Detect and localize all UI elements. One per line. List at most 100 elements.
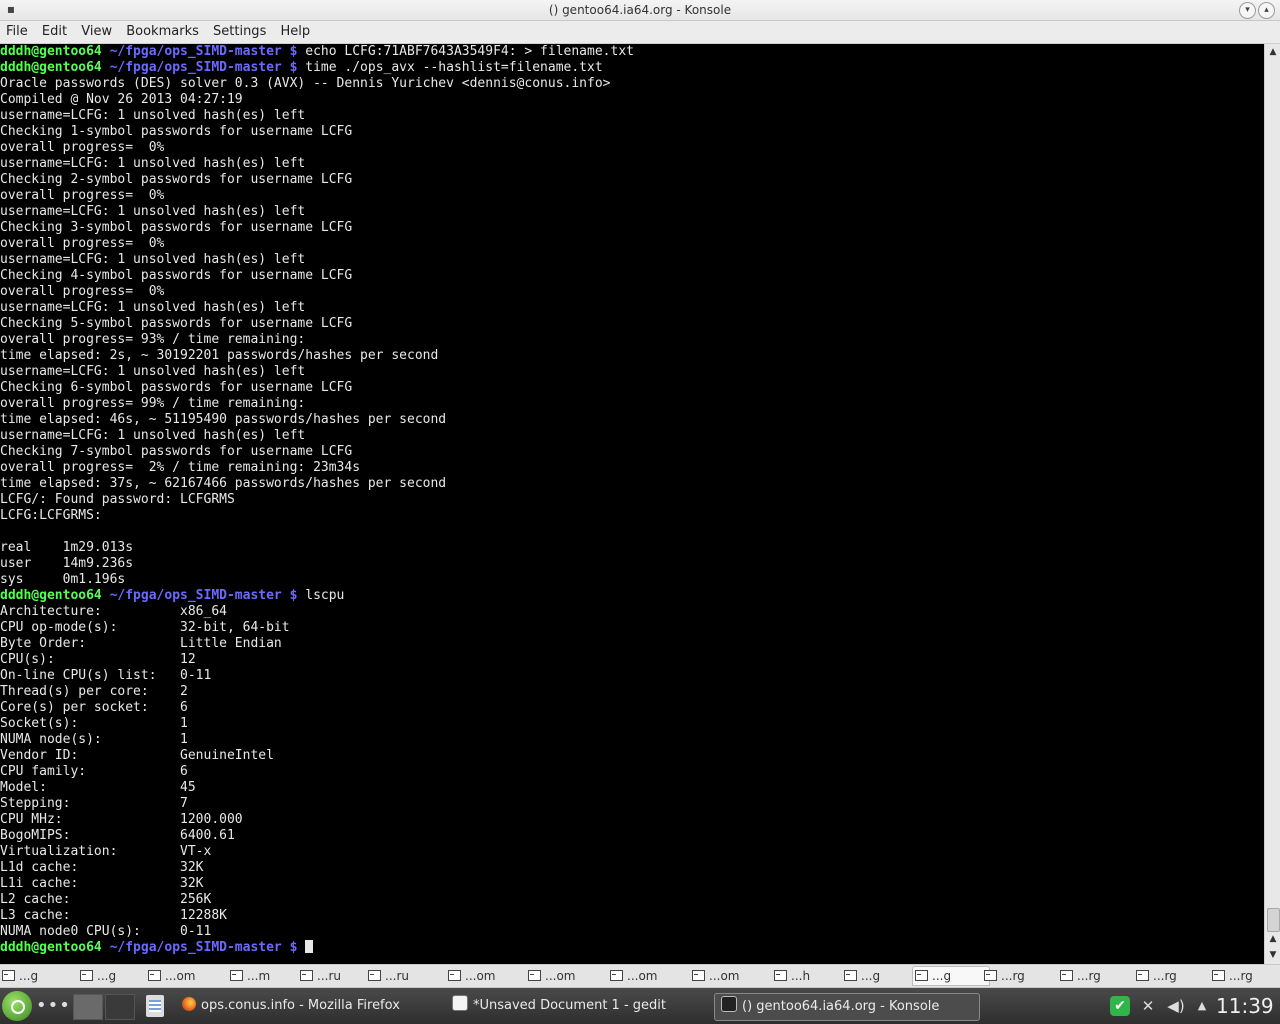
menu-help[interactable]: Help <box>275 21 315 43</box>
update-check-icon[interactable]: ✔ <box>1110 996 1130 1016</box>
session-tab-label: ...m <box>247 969 271 983</box>
session-tab[interactable]: ...rg <box>1134 967 1210 985</box>
terminal-line: L3 cache: 12288K <box>0 908 227 923</box>
application-launcher-icon[interactable] <box>2 991 32 1021</box>
menu-edit[interactable]: Edit <box>37 21 72 43</box>
terminal-line: Architecture: x86_64 <box>0 604 227 619</box>
command-text: echo LCFG:71ABF7643A3549F4: > filename.t… <box>305 44 634 59</box>
terminal-line: dddh@gentoo64 ~/fpga/ops_SIMD-master $ <box>0 940 1264 956</box>
desktop-pager-1[interactable] <box>73 994 103 1020</box>
terminal-line: Compiled @ Nov 26 2013 04:27:19 <box>0 92 243 107</box>
terminal-icon <box>148 970 161 981</box>
activities-icon[interactable]: ••• <box>36 996 71 1016</box>
task-gedit[interactable]: *Unsaved Document 1 - gedit <box>446 993 666 1019</box>
terminal-line: CPU MHz: 1200.000 <box>0 812 243 827</box>
maximize-button[interactable]: ▴ <box>1258 2 1275 19</box>
session-tab-label: ...om <box>165 969 196 983</box>
session-tab[interactable]: ...ru <box>298 967 374 985</box>
terminal-line: overall progress= 0% <box>0 188 165 203</box>
session-tab[interactable]: ...rg <box>982 967 1058 985</box>
terminal-text: dddh@gentoo64 ~/fpga/ops_SIMD-master $ e… <box>0 44 1264 956</box>
session-tab[interactable]: ...g <box>842 967 918 985</box>
session-tab[interactable]: ...h <box>772 967 848 985</box>
clock[interactable]: 11:39 <box>1216 988 1274 1024</box>
minimize-button[interactable]: ▾ <box>1239 2 1256 19</box>
volume-icon[interactable]: ◀) <box>1166 994 1186 1018</box>
window-titlebar[interactable]: ▪ () gentoo64.ia64.org - Konsole ▾ ▴ <box>0 0 1280 21</box>
terminal-icon <box>448 970 461 981</box>
terminal-line: Byte Order: Little Endian <box>0 636 282 651</box>
session-tab[interactable]: ...g <box>912 966 990 986</box>
command-text: time ./ops_avx --hashlist=filename.txt <box>305 60 603 75</box>
prompt-user: dddh@gentoo64 <box>0 940 102 955</box>
terminal-line: Stepping: 7 <box>0 796 188 811</box>
terminal-line: username=LCFG: 1 unsolved hash(es) left <box>0 204 306 219</box>
terminal-icon <box>300 970 313 981</box>
session-tab[interactable]: ...om <box>446 967 522 985</box>
terminal-line: user 14m9.236s <box>0 556 134 571</box>
task-konsole[interactable]: () gentoo64.ia64.org - Konsole <box>714 993 980 1021</box>
session-tab[interactable]: ...om <box>690 967 766 985</box>
terminal-icon <box>230 970 243 981</box>
text-cursor <box>305 940 314 953</box>
menu-view[interactable]: View <box>76 21 117 43</box>
terminal-line: LCFG/: Found password: LCFGRMS <box>0 492 235 507</box>
terminal-line: username=LCFG: 1 unsolved hash(es) left <box>0 300 306 315</box>
terminal-line: Virtualization: VT-x <box>0 844 212 859</box>
terminal-line: overall progress= 93% / time remaining: <box>0 332 306 347</box>
session-tab-label: ...g <box>19 969 39 983</box>
session-tab[interactable]: ...g <box>0 967 76 985</box>
terminal-line: overall progress= 2% / time remaining: 2… <box>0 460 361 475</box>
session-tab[interactable]: ...ru <box>366 967 442 985</box>
command-text: lscpu <box>305 588 345 603</box>
terminal-line: NUMA node(s): 1 <box>0 732 188 747</box>
terminal-line: L2 cache: 256K <box>0 892 212 907</box>
scroll-up-icon[interactable]: ▲ <box>1265 45 1280 59</box>
terminal-line: L1d cache: 32K <box>0 860 204 875</box>
terminal-line: sys 0m1.196s <box>0 572 126 587</box>
tray-expand-icon[interactable]: ▲ <box>1192 994 1212 1018</box>
menu-settings[interactable]: Settings <box>208 21 271 43</box>
network-icon[interactable]: ✕ <box>1138 994 1158 1018</box>
task-firefox[interactable]: ops.conus.info - Mozilla Firefox <box>176 993 400 1019</box>
terminal-line: CPU family: 6 <box>0 764 188 779</box>
prompt-path: ~/fpga/ops_SIMD-master $ <box>101 940 306 955</box>
menu-file[interactable]: File <box>0 21 33 43</box>
terminal-line: Checking 3-symbol passwords for username… <box>0 220 353 235</box>
session-tab[interactable]: ...rg <box>1058 967 1134 985</box>
terminal-icon <box>915 970 928 981</box>
task-label: ops.conus.info - Mozilla Firefox <box>201 998 400 1013</box>
terminal-line: time elapsed: 2s, ~ 30192201 passwords/h… <box>0 348 439 363</box>
terminal-line: LCFG:LCFGRMS: <box>0 508 102 523</box>
session-tab-label: ...ru <box>385 969 409 983</box>
terminal-line: username=LCFG: 1 unsolved hash(es) left <box>0 252 306 267</box>
terminal-icon <box>528 970 541 981</box>
menu-bookmarks[interactable]: Bookmarks <box>121 21 204 43</box>
session-tab[interactable]: ...rg <box>1210 967 1280 985</box>
plasma-panel: ••• ops.conus.info - Mozilla Firefox *Un… <box>0 988 1280 1024</box>
session-tab-label: ...om <box>709 969 740 983</box>
notes-launcher-icon[interactable] <box>146 995 164 1017</box>
terminal-icon <box>80 970 93 981</box>
session-tab[interactable]: ...om <box>146 967 222 985</box>
scrollbar-thumb[interactable] <box>1267 908 1280 932</box>
session-tab-label: ...g <box>97 969 117 983</box>
session-tab[interactable]: ...m <box>228 967 304 985</box>
prompt-path: ~/fpga/ops_SIMD-master $ <box>101 44 306 59</box>
terminal-line: Vendor ID: GenuineIntel <box>0 748 274 763</box>
terminal-icon <box>2 970 15 981</box>
session-tab[interactable]: ...om <box>608 967 684 985</box>
session-tab[interactable]: ...om <box>526 967 602 985</box>
terminal-scrollbar[interactable]: ▲ ▲ ▼ <box>1264 44 1280 964</box>
scroll-up-icon[interactable]: ▲ <box>1265 932 1280 946</box>
terminal-line: time elapsed: 46s, ~ 51195490 passwords/… <box>0 412 447 427</box>
scroll-down-icon[interactable]: ▼ <box>1265 948 1280 962</box>
terminal-line: Checking 2-symbol passwords for username… <box>0 172 353 187</box>
desktop-pager-2[interactable] <box>105 994 135 1020</box>
session-tab-label: ...h <box>791 969 811 983</box>
prompt-user: dddh@gentoo64 <box>0 44 102 59</box>
session-tab[interactable]: ...g <box>78 967 154 985</box>
task-label: () gentoo64.ia64.org - Konsole <box>742 999 940 1014</box>
terminal-line: Oracle passwords (DES) solver 0.3 (AVX) … <box>0 76 611 91</box>
terminal-output[interactable]: dddh@gentoo64 ~/fpga/ops_SIMD-master $ e… <box>0 44 1264 964</box>
